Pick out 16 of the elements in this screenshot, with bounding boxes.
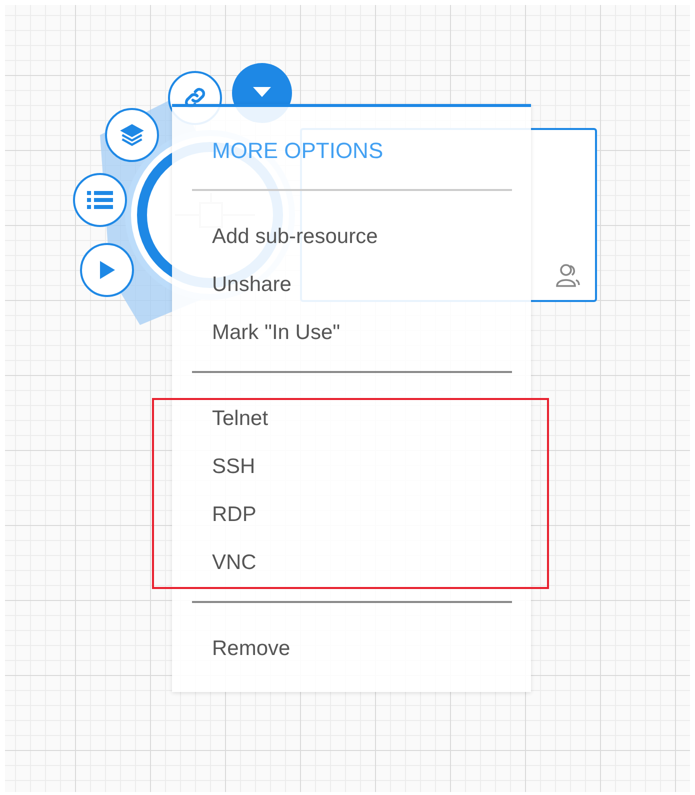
menu-item[interactable]: Telnet	[172, 395, 531, 443]
menu-item[interactable]: Remove	[172, 625, 531, 673]
caret-icon	[253, 87, 271, 97]
menu-item[interactable]: VNC	[172, 539, 531, 587]
users-icon	[555, 262, 581, 288]
menu-item[interactable]: Unshare	[172, 261, 531, 309]
play-icon	[98, 260, 116, 280]
list-icon	[87, 190, 113, 210]
menu-item[interactable]: Add sub-resource	[172, 213, 531, 261]
list-button[interactable]	[73, 173, 127, 227]
menu-item[interactable]: Mark "In Use"	[172, 309, 531, 357]
play-button[interactable]	[80, 243, 134, 297]
menu-item[interactable]: RDP	[172, 491, 531, 539]
layers-icon	[119, 123, 145, 147]
menu-title: MORE OPTIONS	[211, 137, 384, 165]
menu-item[interactable]: SSH	[172, 443, 531, 491]
